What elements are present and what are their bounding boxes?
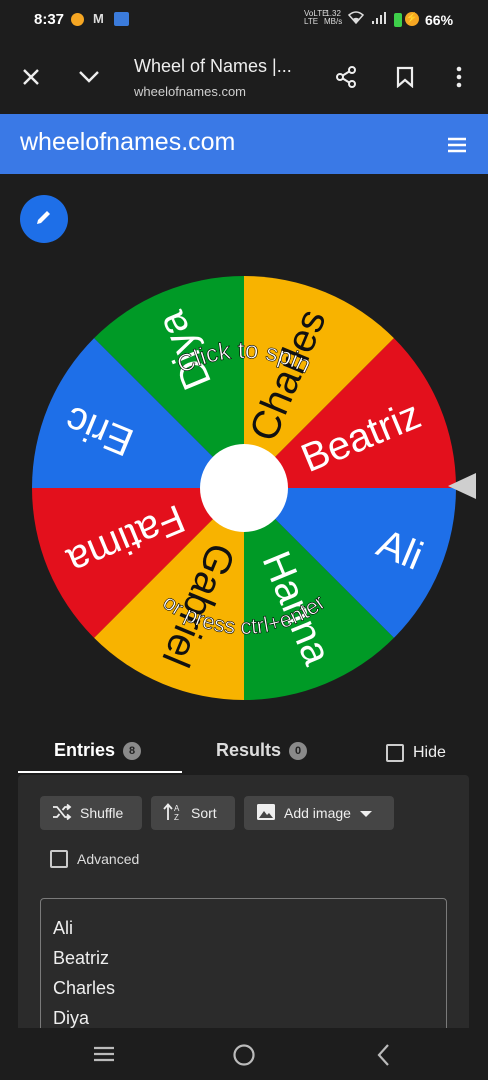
entries-textarea[interactable]: Ali Beatriz Charles Diya	[40, 898, 447, 1038]
close-icon[interactable]	[16, 62, 46, 92]
home-icon[interactable]	[232, 1043, 256, 1072]
tab-results[interactable]: Results 0	[216, 740, 308, 761]
sort-label: Sort	[191, 805, 217, 821]
advanced-checkbox[interactable]	[50, 850, 68, 868]
site-header: wheelofnames.com	[0, 114, 488, 174]
results-count-badge: 0	[289, 741, 308, 760]
battery-percent: 66%	[425, 12, 454, 28]
more-vert-icon[interactable]	[444, 62, 474, 92]
network-speed: 1.32 MB/s	[324, 10, 342, 26]
entry-line: Beatriz	[53, 948, 110, 968]
recent-apps-icon[interactable]	[92, 1044, 116, 1069]
page-url: wheelofnames.com	[134, 84, 246, 99]
signal-icon	[371, 11, 387, 28]
entries-count-badge: 8	[123, 741, 142, 760]
hide-checkbox[interactable]	[386, 744, 404, 762]
status-time: 8:37	[34, 11, 65, 28]
sort-icon: AZ	[163, 802, 183, 824]
notification-icon	[71, 13, 84, 26]
sort-button[interactable]: AZ Sort	[151, 796, 235, 830]
caret-down-icon	[359, 805, 373, 821]
page-title: Wheel of Names |...	[134, 56, 292, 76]
back-icon[interactable]	[376, 1043, 390, 1072]
entry-line: Charles	[53, 978, 116, 998]
app-notification-icon	[114, 12, 129, 26]
site-title[interactable]: wheelofnames.com	[20, 128, 235, 157]
android-nav-bar	[0, 1028, 488, 1080]
battery-saver-icon: ⚡	[405, 12, 419, 26]
image-icon	[256, 803, 276, 824]
network-lte: LTE	[304, 17, 319, 26]
advanced-label[interactable]: Advanced	[77, 851, 139, 867]
hide-label[interactable]: Hide	[413, 744, 446, 762]
status-bar: 8:37 M VoLTE LTE 1.32 MB/s ⚡ 66%	[0, 0, 488, 40]
wheel-center[interactable]	[200, 444, 288, 532]
add-image-button[interactable]: Add image	[244, 796, 394, 830]
active-tab-indicator	[18, 771, 182, 773]
tab-results-label: Results	[216, 740, 282, 760]
pencil-icon	[34, 207, 54, 232]
share-icon[interactable]	[331, 62, 361, 92]
entry-line: Ali	[53, 918, 74, 938]
gmail-icon: M	[93, 11, 104, 26]
hamburger-menu-icon[interactable]	[444, 132, 470, 158]
wifi-icon	[347, 10, 365, 27]
chevron-down-icon[interactable]	[74, 62, 104, 92]
add-image-label: Add image	[284, 805, 351, 821]
svg-text:Z: Z	[174, 813, 179, 821]
tab-entries[interactable]: Entries 8	[54, 740, 142, 761]
svg-text:A: A	[174, 804, 180, 813]
browser-toolbar: Wheel of Names |... wheelofnames.com	[0, 40, 488, 114]
battery-icon	[394, 13, 402, 27]
tab-entries-label: Entries	[54, 740, 116, 760]
shuffle-label: Shuffle	[80, 805, 124, 821]
shuffle-button[interactable]: Shuffle	[40, 796, 142, 830]
wheel[interactable]: AliBeatrizCharlesDiyaEricFatimaGabriel Ha…	[0, 260, 488, 710]
network-speed-unit: MB/s	[324, 17, 343, 26]
bookmark-icon[interactable]	[390, 62, 420, 92]
edit-button[interactable]	[20, 195, 68, 243]
shuffle-icon	[52, 803, 72, 823]
